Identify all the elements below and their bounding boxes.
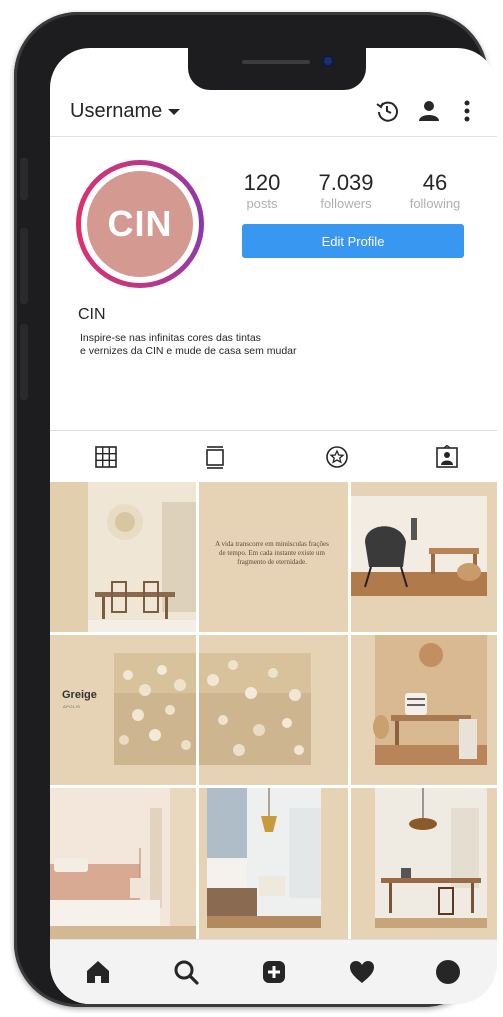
home-icon[interactable] (84, 958, 112, 986)
search-icon[interactable] (172, 958, 200, 986)
post-thumbnail[interactable] (50, 482, 196, 632)
volume-down-button (20, 324, 28, 400)
profile-bio: Inspire-se nas infinitas cores das tinta… (80, 332, 380, 358)
more-vertical-icon[interactable] (462, 98, 472, 124)
post-thumbnail[interactable]: Greige APOLIS (50, 635, 196, 785)
post-thumbnail[interactable]: A vida transcorre em minúsculas frações … (199, 482, 348, 632)
avatar: CIN (81, 165, 199, 283)
post-image-bedroom-blue (207, 788, 321, 928)
post-image-dried-flowers-left (114, 653, 196, 765)
post-thumbnail[interactable] (351, 788, 497, 939)
post-thumbnail[interactable] (199, 788, 348, 939)
saved-star-icon[interactable] (325, 445, 349, 469)
posts-grid: A vida transcorre em minúsculas frações … (50, 482, 497, 939)
profile-header: Username (50, 88, 497, 137)
profile-name: CIN (78, 306, 106, 323)
front-camera (322, 55, 334, 67)
followers-count[interactable]: 7.039 followers (308, 170, 384, 211)
post-thumbnail[interactable] (351, 635, 497, 785)
profile-tabs (50, 430, 497, 483)
bottom-navigation (50, 939, 497, 1004)
profile-icon[interactable] (434, 958, 462, 986)
posts-label: posts (246, 196, 278, 211)
post-image-dining (88, 482, 196, 632)
post-image-bedroom-pink (50, 788, 196, 939)
add-post-icon[interactable] (260, 958, 288, 986)
post-thumbnail[interactable] (351, 482, 497, 632)
post-image-dining-pendant (375, 788, 487, 928)
grid-icon[interactable] (94, 445, 118, 469)
posts-value: 120 (243, 170, 281, 195)
heart-icon[interactable] (348, 958, 376, 986)
followers-value: 7.039 (318, 170, 374, 195)
username-label: Username (70, 100, 163, 122)
followers-label: followers (320, 196, 372, 211)
phone-frame: Username CIN 120 posts 7.039 followers 4… (14, 12, 497, 1007)
username-dropdown[interactable]: Username (70, 100, 181, 123)
posts-count[interactable]: 120 posts (234, 170, 290, 211)
avatar-story-ring[interactable]: CIN (76, 160, 204, 288)
chevron-down-icon (168, 108, 181, 115)
tagged-icon[interactable] (435, 445, 459, 469)
bio-line: Inspire-se nas infinitas cores das tinta… (80, 332, 261, 344)
following-count[interactable]: 46 following (402, 170, 468, 211)
post-thumbnail[interactable] (50, 788, 196, 939)
post-quote-text: A vida transcorre em minúsculas frações … (215, 540, 329, 566)
volume-up-button (20, 228, 28, 304)
following-value: 46 (422, 170, 448, 195)
avatar-logo: CIN (87, 171, 193, 277)
history-icon[interactable] (374, 98, 400, 124)
speaker (242, 60, 310, 64)
following-label: following (409, 196, 461, 211)
post-image-lounge-chair (351, 496, 487, 596)
post-thumbnail[interactable] (199, 635, 348, 785)
edit-profile-button[interactable]: Edit Profile (242, 224, 464, 258)
post-image-dried-flowers-right (199, 653, 311, 765)
mute-switch (20, 158, 28, 200)
bio-line: e vernizes da CIN e mude de casa sem mud… (80, 345, 297, 357)
phone-screen: Username CIN 120 posts 7.039 followers 4… (50, 48, 497, 1004)
feed-icon[interactable] (203, 445, 227, 469)
notch (188, 48, 366, 90)
post-image-bench (373, 635, 487, 765)
person-icon[interactable] (416, 98, 442, 124)
